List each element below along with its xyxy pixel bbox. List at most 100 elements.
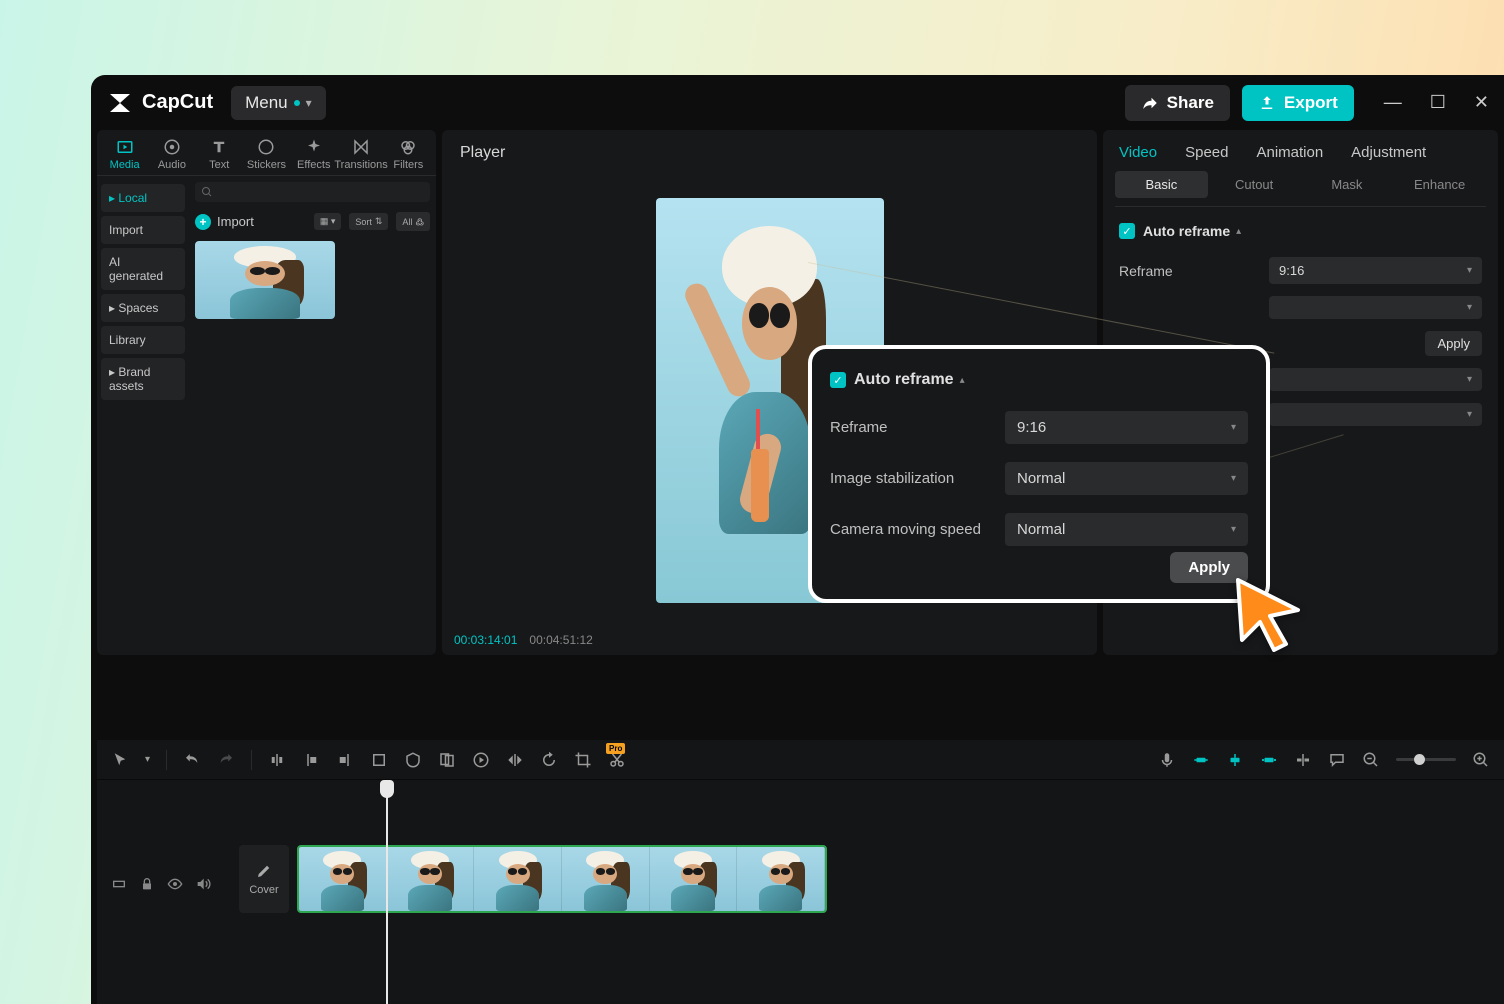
tab-transitions[interactable]: Transitions bbox=[338, 138, 384, 171]
track-mute-icon[interactable] bbox=[195, 876, 211, 897]
playhead-handle[interactable] bbox=[380, 780, 394, 798]
timeline-body[interactable]: Cover bbox=[97, 780, 1504, 1004]
apply-button-small[interactable]: Apply bbox=[1425, 331, 1482, 356]
share-button[interactable]: Share bbox=[1125, 85, 1230, 121]
trim-right-tool[interactable] bbox=[336, 751, 354, 769]
mask-tool[interactable] bbox=[404, 751, 422, 769]
playhead[interactable] bbox=[386, 780, 388, 1004]
export-button[interactable]: Export bbox=[1242, 85, 1354, 121]
window-controls: — ☐ ✕ bbox=[1384, 92, 1489, 113]
sub-tab-enhance[interactable]: Enhance bbox=[1393, 171, 1486, 198]
chevron-down-icon: ▾ bbox=[306, 96, 312, 110]
cover-button[interactable]: Cover bbox=[239, 845, 289, 913]
import-button[interactable]: + Import bbox=[195, 214, 254, 230]
prop-tab-video[interactable]: Video bbox=[1119, 144, 1157, 161]
zoom-slider[interactable] bbox=[1396, 758, 1456, 761]
search-icon bbox=[201, 186, 213, 198]
pencil-icon bbox=[255, 862, 273, 880]
player-footer: 00:03:14:01 00:04:51:12 bbox=[442, 625, 1097, 655]
mirror-tool[interactable] bbox=[506, 751, 524, 769]
chevron-down-icon: ▾ bbox=[1467, 265, 1472, 276]
snap-tool-1[interactable] bbox=[1192, 751, 1210, 769]
chat-tool[interactable] bbox=[1328, 751, 1346, 769]
filter-all-button[interactable]: All ߷ bbox=[396, 212, 430, 231]
popup-reframe-dropdown[interactable]: 9:16▾ bbox=[1005, 411, 1248, 444]
rotate-tool[interactable] bbox=[540, 751, 558, 769]
pro-cut-tool[interactable]: Pro bbox=[608, 751, 626, 769]
export-icon bbox=[1258, 94, 1276, 112]
video-clip[interactable] bbox=[297, 845, 827, 913]
tab-effects[interactable]: Effects bbox=[291, 138, 337, 171]
duplicate-tool[interactable] bbox=[438, 751, 456, 769]
popup-speed-label: Camera moving speed bbox=[830, 521, 1005, 538]
side-item-library[interactable]: Library bbox=[101, 326, 185, 354]
tab-stickers[interactable]: Stickers bbox=[243, 138, 289, 171]
auto-reframe-header[interactable]: ✓ Auto reframe ▴ bbox=[1119, 223, 1482, 239]
crop-ratio-tool[interactable] bbox=[574, 751, 592, 769]
capcut-logo-icon bbox=[106, 91, 134, 115]
sort-button[interactable]: Sort ⇅ bbox=[349, 213, 388, 230]
mic-tool[interactable] bbox=[1158, 751, 1176, 769]
tab-text[interactable]: Text bbox=[196, 138, 242, 171]
sub-tab-basic[interactable]: Basic bbox=[1115, 171, 1208, 198]
reframe-label: Reframe bbox=[1119, 263, 1269, 279]
popup-header[interactable]: ✓ Auto reframe ▴ bbox=[830, 371, 1248, 389]
dropdown-hidden-3[interactable]: ▾ bbox=[1269, 403, 1482, 426]
media-area: + Import ▦ ▾ Sort ⇅ All ߷ bbox=[189, 176, 436, 655]
cursor-pointer-icon bbox=[1230, 572, 1310, 657]
dropdown-hidden-2[interactable]: ▾ bbox=[1269, 368, 1482, 391]
menu-button[interactable]: Menu ▾ bbox=[231, 86, 326, 120]
zoom-in-button[interactable] bbox=[1472, 751, 1490, 769]
track-visibility-icon[interactable] bbox=[167, 876, 183, 897]
zoom-out-button[interactable] bbox=[1362, 751, 1380, 769]
track-expand-icon[interactable] bbox=[111, 876, 127, 897]
view-grid-button[interactable]: ▦ ▾ bbox=[314, 213, 342, 230]
side-item-import[interactable]: Import bbox=[101, 216, 185, 244]
dropdown-hidden-1[interactable]: ▾ bbox=[1269, 296, 1482, 319]
prop-tab-animation[interactable]: Animation bbox=[1256, 144, 1323, 161]
tab-audio[interactable]: Audio bbox=[149, 138, 195, 171]
tab-media[interactable]: Media bbox=[102, 138, 148, 171]
sub-tab-cutout[interactable]: Cutout bbox=[1208, 171, 1301, 198]
side-item-local[interactable]: ▸ Local bbox=[101, 184, 185, 212]
prop-tab-speed[interactable]: Speed bbox=[1185, 144, 1228, 161]
media-thumbnail[interactable] bbox=[195, 241, 335, 319]
tab-filters[interactable]: Filters bbox=[385, 138, 431, 171]
player-title: Player bbox=[442, 130, 1097, 176]
select-dropdown[interactable]: ▾ bbox=[145, 754, 150, 765]
snap-tool-2[interactable] bbox=[1226, 751, 1244, 769]
close-button[interactable]: ✕ bbox=[1474, 92, 1489, 113]
speed-tool[interactable] bbox=[472, 751, 490, 769]
titlebar: CapCut Menu ▾ Share Export — ☐ ✕ bbox=[91, 75, 1504, 130]
prop-tab-adjustment[interactable]: Adjustment bbox=[1351, 144, 1426, 161]
auto-reframe-checkbox[interactable]: ✓ bbox=[1119, 223, 1135, 239]
maximize-button[interactable]: ☐ bbox=[1430, 92, 1446, 113]
split-tool[interactable] bbox=[268, 751, 286, 769]
timeline-toolbar: ▾ Pro bbox=[97, 740, 1504, 780]
filters-icon bbox=[399, 138, 417, 156]
align-tool[interactable] bbox=[1294, 751, 1312, 769]
undo-button[interactable] bbox=[183, 751, 201, 769]
side-item-brand[interactable]: ▸ Brand assets bbox=[101, 358, 185, 400]
audio-icon bbox=[163, 138, 181, 156]
search-input[interactable] bbox=[195, 182, 430, 202]
track-controls bbox=[111, 876, 211, 897]
redo-button[interactable] bbox=[217, 751, 235, 769]
pro-badge: Pro bbox=[606, 743, 625, 754]
side-item-spaces[interactable]: ▸ Spaces bbox=[101, 294, 185, 322]
minimize-button[interactable]: — bbox=[1384, 92, 1402, 113]
side-item-ai[interactable]: AI generated bbox=[101, 248, 185, 290]
sub-tab-mask[interactable]: Mask bbox=[1301, 171, 1394, 198]
snap-tool-3[interactable] bbox=[1260, 751, 1278, 769]
select-tool[interactable] bbox=[111, 751, 129, 769]
popup-speed-dropdown[interactable]: Normal▾ bbox=[1005, 513, 1248, 546]
trim-left-tool[interactable] bbox=[302, 751, 320, 769]
plus-icon: + bbox=[195, 214, 211, 230]
popup-stab-dropdown[interactable]: Normal▾ bbox=[1005, 462, 1248, 495]
popup-checkbox[interactable]: ✓ bbox=[830, 372, 846, 388]
crop-tool[interactable] bbox=[370, 751, 388, 769]
reframe-dropdown[interactable]: 9:16▾ bbox=[1269, 257, 1482, 284]
caret-up-icon: ▴ bbox=[1236, 226, 1241, 237]
timeline: ▾ Pro bbox=[97, 740, 1504, 1004]
track-lock-icon[interactable] bbox=[139, 876, 155, 897]
